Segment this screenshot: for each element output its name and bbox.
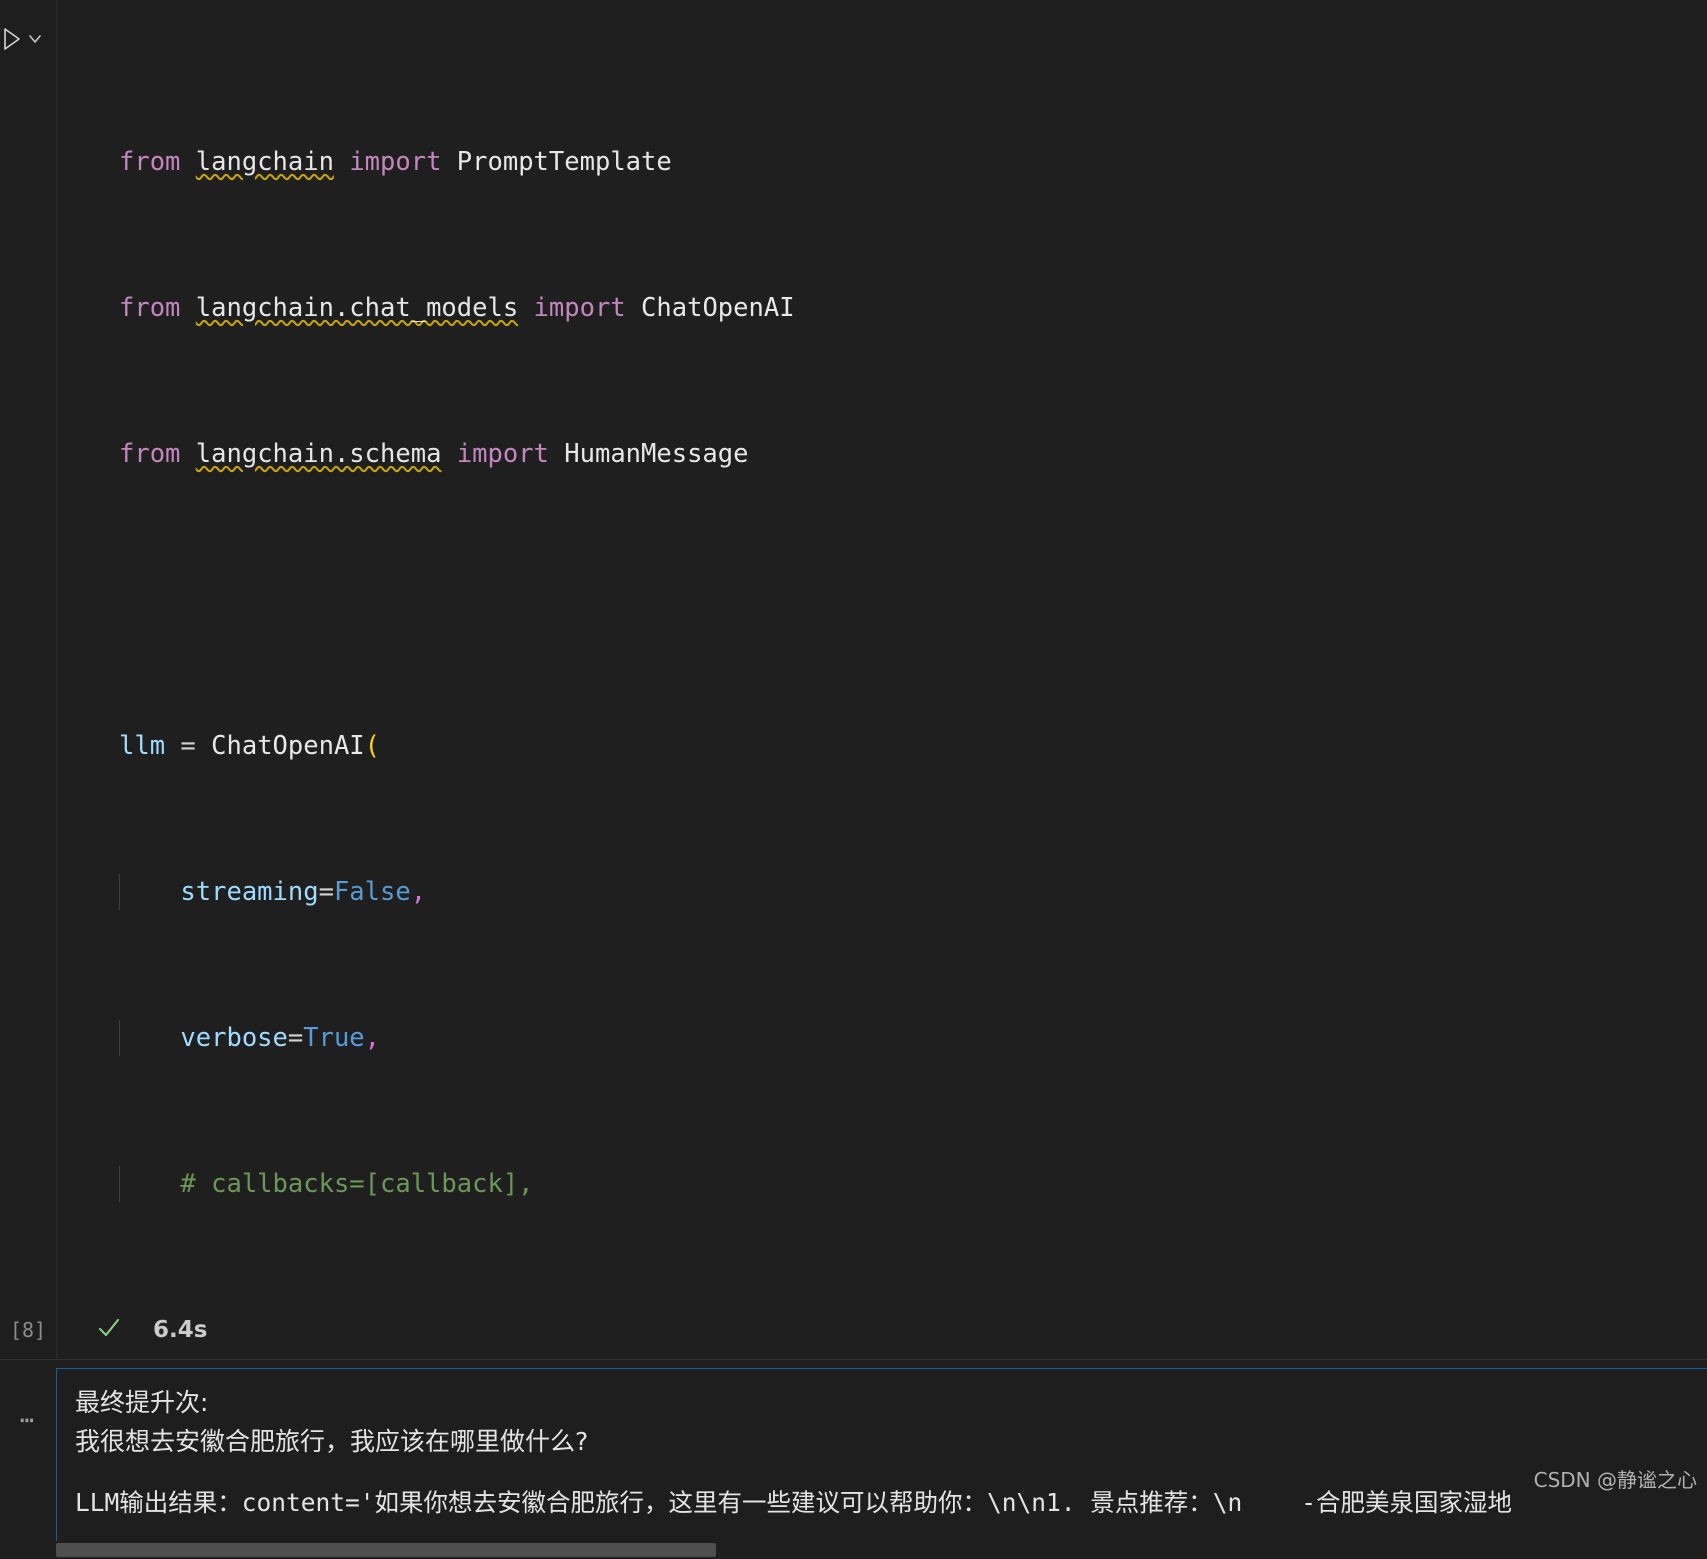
token-comma: ,	[364, 1022, 381, 1053]
token-const-false: False	[333, 876, 411, 907]
cell-output-row: ⋯ 最终提升次: 我很想去安徽合肥旅行，我应该在哪里做什么? LLM输出结果：c…	[0, 1359, 1707, 1559]
token-keyword-from: from	[119, 438, 181, 469]
output-horizontal-scrollbar[interactable]	[56, 1541, 1707, 1559]
token-class-chatopenai: ChatOpenAI	[641, 292, 795, 323]
code-cell-row: from langchain import PromptTemplate fro…	[0, 0, 1707, 1301]
token-kwarg-streaming: streaming	[180, 876, 319, 907]
scrollbar-thumb[interactable]	[56, 1543, 716, 1557]
token-const-true: True	[303, 1022, 365, 1053]
token-op-equals: =	[318, 876, 334, 907]
code-line-8: # callbacks=[callback],	[57, 1165, 1707, 1203]
code-line-7: verbose=True,	[57, 1019, 1707, 1057]
code-line-5: llm = ChatOpenAI(	[57, 728, 1707, 765]
token-module-schema: langchain.schema	[195, 438, 442, 469]
token-keyword-from: from	[119, 146, 181, 177]
chevron-down-icon[interactable]	[25, 29, 45, 53]
token-class-prompttemplate: PromptTemplate	[456, 146, 672, 177]
output-line-0: 最终提升次:	[75, 1388, 209, 1417]
token-keyword-import: import	[349, 146, 442, 177]
notebook-cell: from langchain import PromptTemplate fro…	[0, 0, 1707, 1559]
token-comment-callbacks: # callbacks=[callback],	[180, 1168, 534, 1199]
output-line-2: LLM输出结果：content='如果你想去安徽合肥旅行，这里有一些建议可以帮助…	[75, 1488, 1513, 1517]
token-module-langchain: langchain	[195, 146, 334, 177]
token-class-humanmessage: HumanMessage	[564, 438, 749, 469]
watermark: CSDN @静谧之心	[1533, 1468, 1697, 1492]
execution-time: 6.4s	[153, 1317, 208, 1343]
check-icon	[95, 1314, 123, 1346]
token-paren-open: (	[364, 730, 381, 761]
token-module-chat-models: langchain.chat_models	[195, 292, 519, 323]
token-keyword-import: import	[456, 438, 549, 469]
token-var-llm: llm	[119, 730, 166, 761]
output-panel[interactable]: 最终提升次: 我很想去安徽合肥旅行，我应该在哪里做什么? LLM输出结果：con…	[56, 1368, 1707, 1559]
output-blank-line	[75, 1461, 1707, 1483]
code-line-2: from langchain.chat_models import ChatOp…	[57, 290, 1707, 327]
execution-count: [8]	[9, 1318, 47, 1342]
execution-status: 6.4s	[56, 1301, 1707, 1359]
code-editor[interactable]: from langchain import PromptTemplate fro…	[56, 0, 1707, 1301]
ellipsis-icon[interactable]: ⋯	[0, 1360, 56, 1559]
token-kwarg-verbose: verbose	[180, 1022, 288, 1053]
token-op-assign: =	[180, 730, 196, 761]
token-comma: ,	[410, 876, 427, 907]
code-line-1: from langchain import PromptTemplate	[57, 144, 1707, 181]
code-line-3: from langchain.schema import HumanMessag…	[57, 436, 1707, 473]
token-keyword-from: from	[119, 292, 181, 323]
code-content[interactable]: from langchain import PromptTemplate fro…	[57, 0, 1707, 1301]
run-cell-button[interactable]	[0, 24, 50, 58]
token-keyword-import: import	[533, 292, 626, 323]
play-icon[interactable]	[1, 26, 23, 56]
token-class-chatopenai: ChatOpenAI	[211, 730, 365, 761]
code-line-6: streaming=False,	[57, 873, 1707, 911]
execution-status-row: [8] 6.4s	[0, 1301, 1707, 1359]
output-line-1: 我很想去安徽合肥旅行，我应该在哪里做什么?	[75, 1427, 589, 1456]
cell-gutter	[0, 0, 56, 1301]
token-op-equals: =	[287, 1022, 304, 1053]
